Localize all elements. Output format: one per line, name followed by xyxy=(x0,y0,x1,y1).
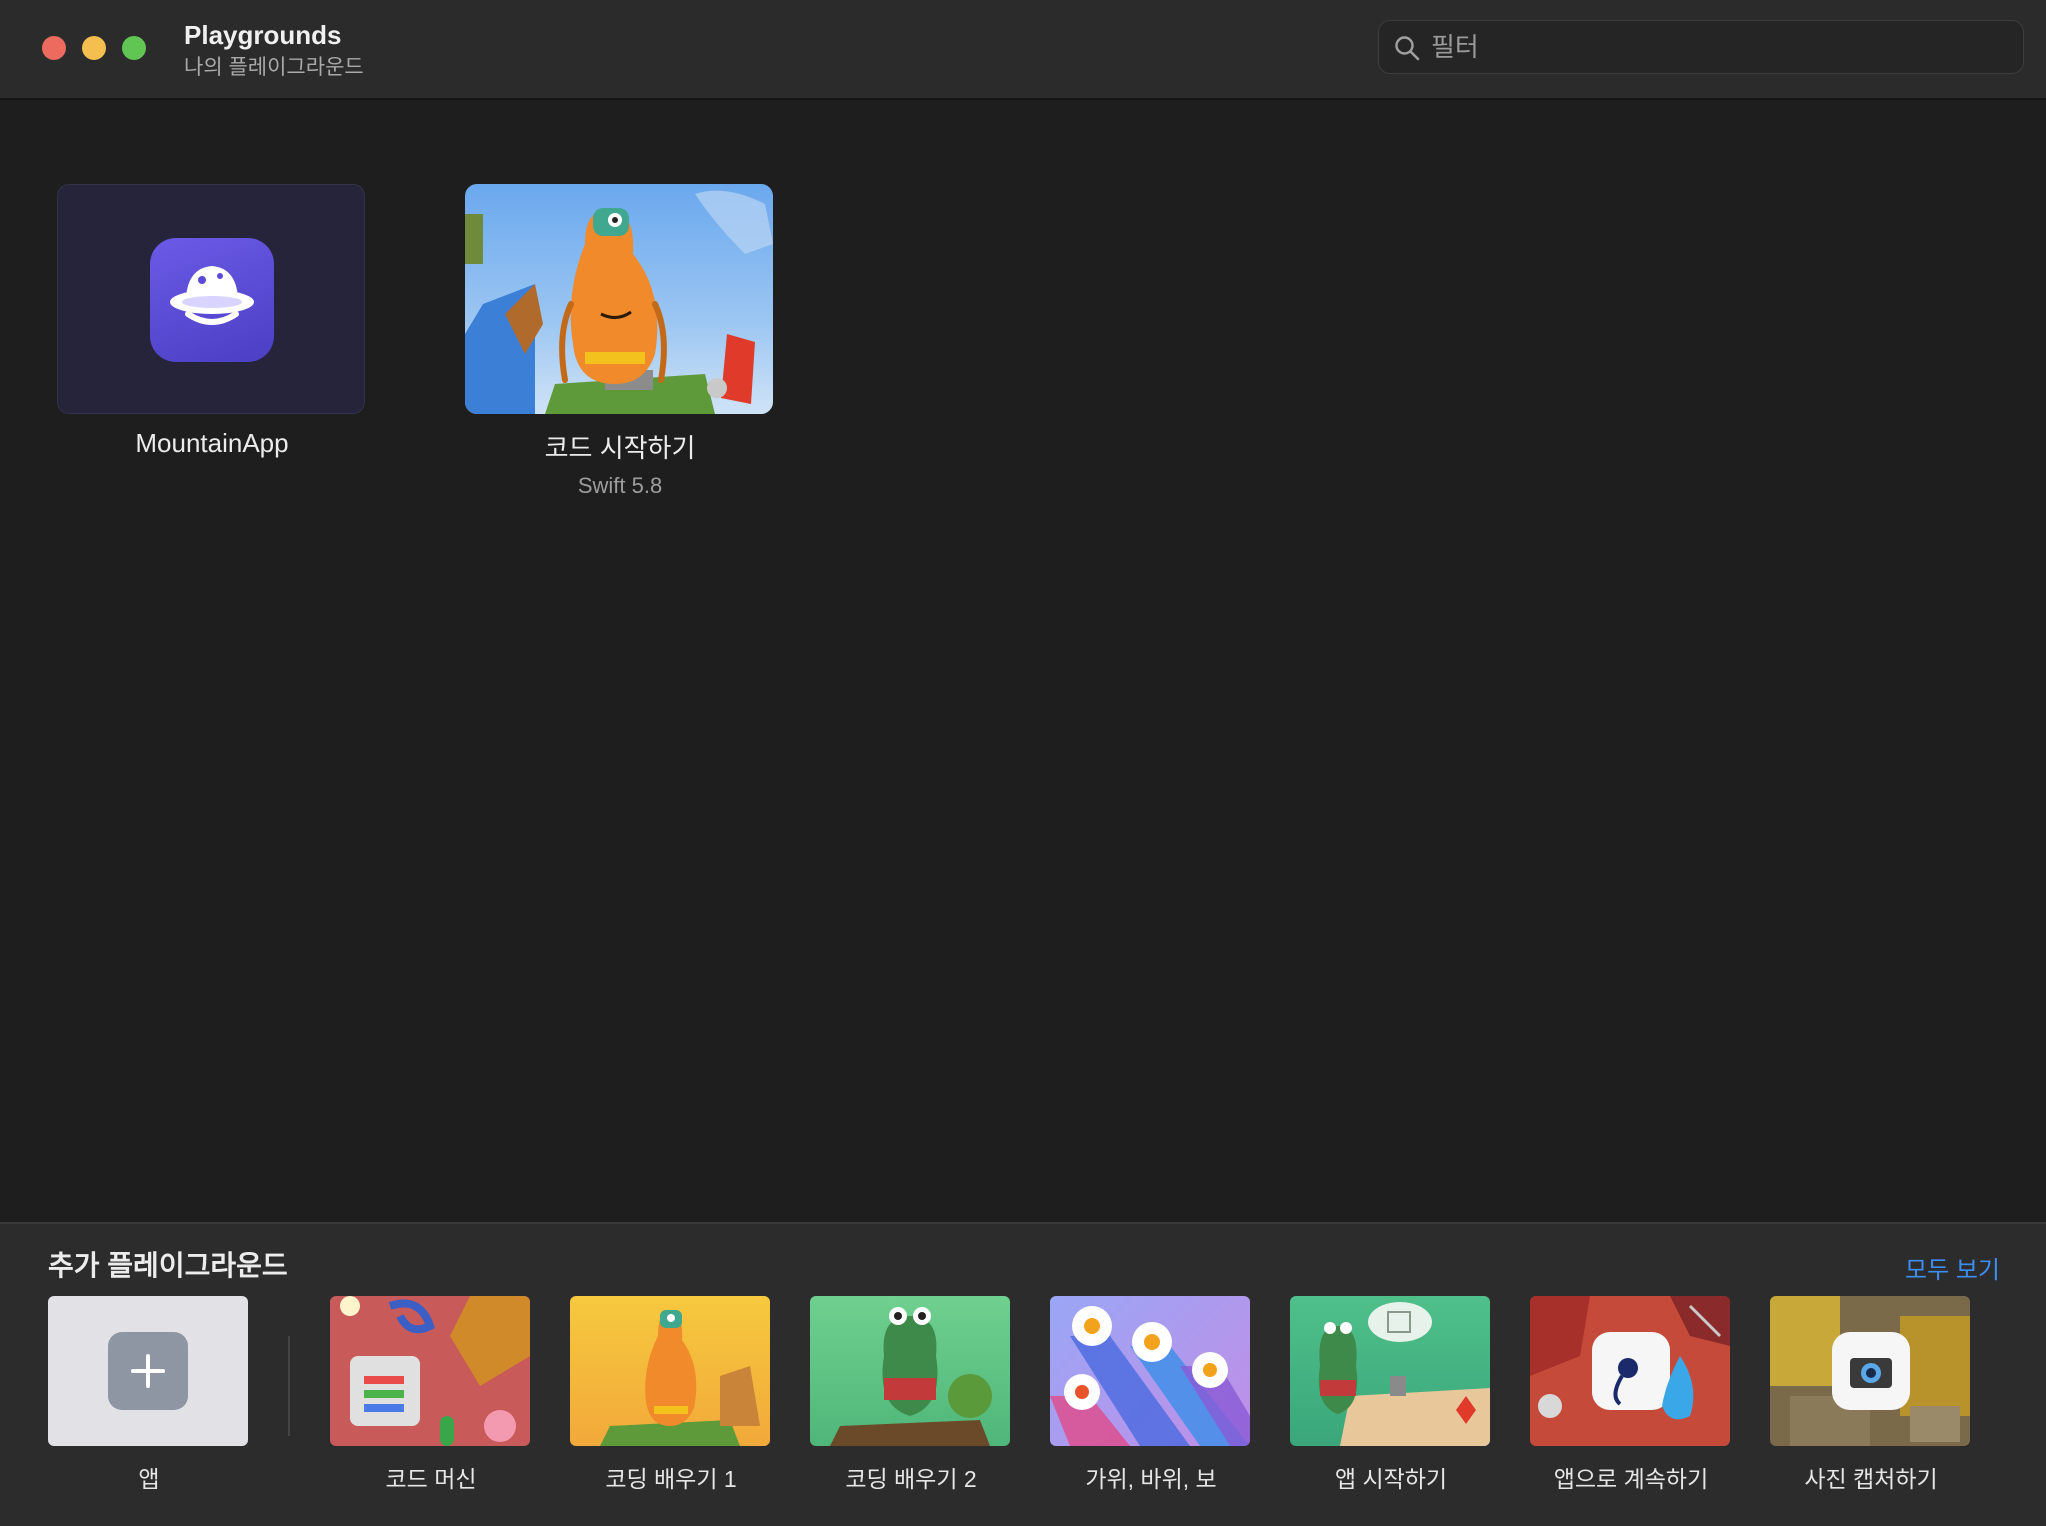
template-keep-going-with-apps[interactable]: 앱으로 계속하기 xyxy=(1530,1296,1732,1494)
template-rock-paper-scissors[interactable]: 가위, 바위, 보 xyxy=(1050,1296,1252,1494)
template-label: 코딩 배우기 2 xyxy=(845,1466,977,1492)
playground-version: Swift 5.8 xyxy=(577,473,663,498)
blu-character-icon xyxy=(1318,1302,1490,1446)
template-get-started-with-apps[interactable]: 앱 시작하기 xyxy=(1290,1296,1492,1494)
template-thumbnail xyxy=(1050,1296,1250,1446)
see-all-link[interactable]: 모두 보기 xyxy=(1905,1250,2000,1285)
minimize-window-button[interactable] xyxy=(82,36,106,60)
template-thumbnail xyxy=(48,1296,248,1446)
template-thumbnail xyxy=(810,1296,1010,1446)
hand-gestures-icon xyxy=(1050,1306,1250,1446)
template-thumbnail xyxy=(1290,1296,1490,1446)
template-learn-to-code-1[interactable]: 코딩 배우기 1 xyxy=(570,1296,772,1494)
search-icon xyxy=(1395,36,1420,61)
peacock-app-icon xyxy=(1530,1296,1730,1420)
template-thumbnail xyxy=(1530,1296,1730,1446)
template-label: 앱 시작하기 xyxy=(1334,1466,1448,1492)
template-label: 가위, 바위, 보 xyxy=(1085,1466,1217,1492)
template-thumbnail xyxy=(1770,1296,1970,1446)
search-field[interactable] xyxy=(1378,20,2024,74)
close-window-button[interactable] xyxy=(42,36,66,60)
blu-character-icon xyxy=(830,1307,992,1446)
my-playgrounds-area: MountainApp 코드 시작하기 Swift 5.8 xyxy=(0,100,2046,1222)
template-label: 앱 xyxy=(138,1466,160,1492)
title-bar: Playgrounds 나의 플레이그라운드 xyxy=(0,0,2046,100)
playground-thumbnail xyxy=(465,184,773,414)
ufo-icon xyxy=(150,238,274,362)
camera-app-icon xyxy=(1770,1296,1970,1446)
app-subtitle: 나의 플레이그라운드 xyxy=(184,56,364,79)
code-machine-illustration-icon xyxy=(340,1296,530,1446)
playground-mountainapp[interactable]: MountainApp xyxy=(57,184,367,459)
template-learn-to-code-2[interactable]: 코딩 배우기 2 xyxy=(810,1296,1012,1494)
byte-character-icon xyxy=(465,190,773,414)
divider xyxy=(288,1336,290,1436)
template-code-machine[interactable]: 코드 머신 xyxy=(330,1296,532,1494)
template-label: 앱으로 계속하기 xyxy=(1553,1466,1709,1492)
playground-get-started-with-code[interactable]: 코드 시작하기 Swift 5.8 xyxy=(465,184,775,499)
search-input[interactable] xyxy=(1431,21,2011,73)
playground-name: MountainApp xyxy=(135,428,289,458)
zoom-window-button[interactable] xyxy=(122,36,146,60)
template-app[interactable]: 앱 xyxy=(48,1296,250,1494)
template-label: 사진 캡처하기 xyxy=(1804,1466,1938,1492)
template-thumbnail xyxy=(330,1296,530,1446)
template-label: 코드 머신 xyxy=(385,1466,477,1492)
template-label: 코딩 배우기 1 xyxy=(605,1466,737,1492)
template-thumbnail xyxy=(570,1296,770,1446)
app-title: Playgrounds xyxy=(184,20,342,50)
more-playgrounds-section: 추가 플레이그라운드 모두 보기 앱 코드 머신 코딩 배우기 1 코딩 배우기… xyxy=(0,1222,2046,1526)
byte-character-icon xyxy=(600,1310,760,1446)
playground-name: 코드 시작하기 xyxy=(544,433,696,463)
section-title: 추가 플레이그라운드 xyxy=(48,1250,288,1281)
plus-icon xyxy=(108,1332,188,1410)
playground-thumbnail xyxy=(57,184,365,414)
template-capture-photos[interactable]: 사진 캡처하기 xyxy=(1770,1296,1972,1494)
